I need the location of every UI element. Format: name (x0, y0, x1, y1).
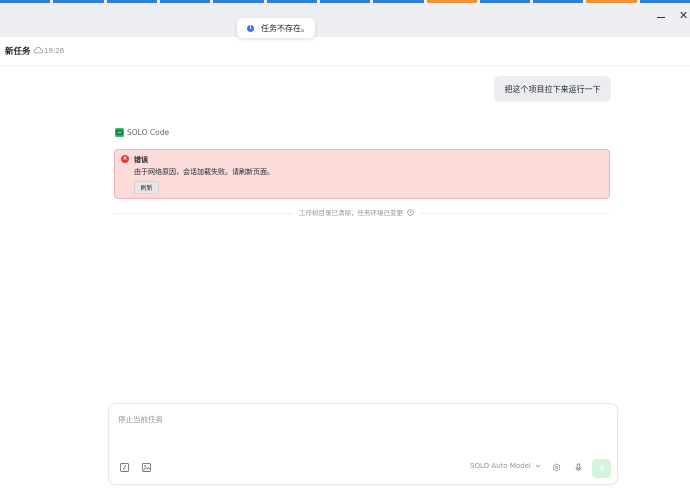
send-arrow-icon (599, 465, 604, 472)
environment-notice: 工作树目录已清除，任务环境已变更 (293, 207, 420, 217)
tab-stripe (53, 0, 104, 3)
message-composer[interactable]: 停止当前任务 SOLO Auto Model (108, 403, 618, 485)
clock-icon[interactable] (407, 208, 414, 216)
tab-stripe (426, 0, 477, 3)
tab-stripe (533, 0, 584, 3)
tab-stripe (586, 0, 637, 3)
image-icon[interactable] (142, 463, 151, 472)
microphone-icon[interactable] (574, 463, 583, 472)
environment-notice-text: 工作树目录已清除，任务环境已变更 (299, 209, 403, 217)
tab-stripe (213, 0, 264, 3)
error-alert: × 错误 由于网络原因，会话加载失败。请刷新页面。 刷新 (114, 149, 610, 199)
tab-stripe (106, 0, 157, 3)
info-icon: i (247, 24, 254, 32)
tab-stripes (0, 0, 690, 4)
cloud-icon (33, 46, 43, 54)
model-name: SOLO Auto Model (470, 462, 531, 470)
tab-stripe (266, 0, 317, 3)
slash-command-icon[interactable] (120, 463, 129, 472)
tab-stripe (0, 0, 51, 3)
tab-stripe (373, 0, 424, 3)
composer-input[interactable]: 停止当前任务 (118, 414, 163, 425)
title-bar: ✕ (0, 0, 690, 37)
context-icon[interactable] (552, 463, 561, 472)
tab-stripe (319, 0, 371, 3)
user-message: 把这个项目拉下来运行一下 (494, 76, 611, 102)
send-button[interactable] (592, 459, 611, 478)
model-selector[interactable]: SOLO Auto Model (470, 462, 541, 470)
error-message: 由于网络原因，会话加载失败。请刷新页面。 (134, 168, 274, 176)
refresh-button[interactable]: 刷新 (134, 181, 159, 194)
task-header: 新任务 19:26 (0, 37, 690, 66)
user-message-text: 把这个项目拉下来运行一下 (504, 84, 601, 94)
minimize-button[interactable] (657, 12, 667, 22)
chevron-down-icon (535, 464, 541, 468)
agent-name: SOLO Code (127, 128, 170, 137)
close-button[interactable]: ✕ (679, 9, 688, 23)
error-title: 错误 (134, 156, 148, 164)
toast-text: 任务不存在。 (261, 23, 309, 33)
terminal-icon (115, 128, 124, 137)
tab-stripe (159, 0, 211, 3)
toast-notification: i 任务不存在。 (237, 18, 315, 38)
tab-stripe (479, 0, 531, 3)
error-icon: × (121, 155, 129, 163)
task-title: 新任务 (5, 47, 31, 57)
agent-label: SOLO Code (115, 128, 169, 137)
task-timestamp: 19:26 (44, 47, 65, 55)
tab-stripe (639, 0, 690, 3)
